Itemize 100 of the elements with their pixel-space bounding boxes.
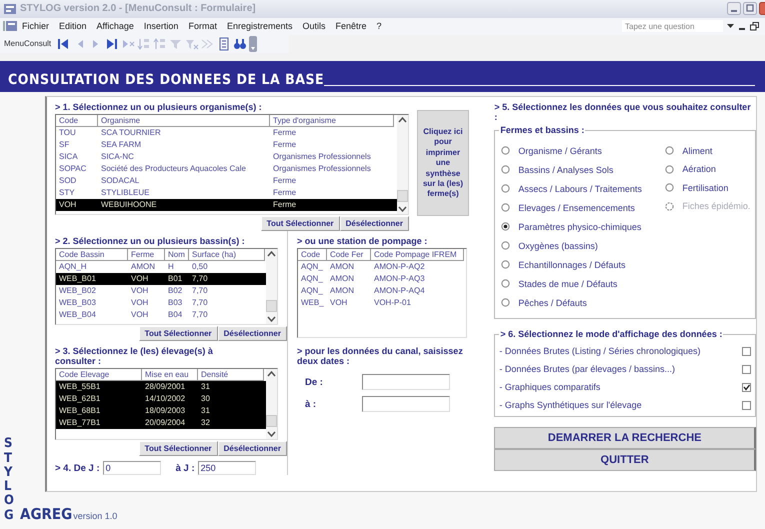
radio-button[interactable] [501,146,510,156]
deselect-button[interactable]: Désélectionner [218,441,287,456]
start-search-button[interactable]: DEMARRER LA RECHERCHE [494,427,756,450]
list-row[interactable]: WEB_55B1 28/09/2001 31 [56,381,266,394]
scrollbar-thumb[interactable] [397,190,408,202]
list-row[interactable]: WEB_68B1 18/09/2003 31 [56,405,266,418]
scrollbar-thumb[interactable] [266,415,277,428]
binoculars-icon[interactable] [233,36,248,51]
list-row[interactable]: WEB_ VOH VOH-P-01 [298,297,466,310]
quit-button[interactable]: QUITTER [494,449,756,472]
list-row[interactable]: WEB_B02 VOH B02 7,70 [56,285,266,298]
deselect-button[interactable]: Désélectionner [218,326,287,342]
scroll-down-icon[interactable] [266,429,277,440]
radio-button[interactable] [665,146,674,156]
list-row[interactable]: AQN_ AMON AMON-P-AQ3 [298,273,466,286]
menu-item[interactable]: Fichier [17,21,54,32]
menu-item[interactable]: Outils [298,21,331,32]
checkbox[interactable] [742,364,751,374]
maximize-icon[interactable] [743,2,757,16]
close-icon[interactable] [759,2,765,16]
radio-button[interactable] [501,165,510,174]
column-header[interactable]: Nom [165,249,189,262]
radio-button[interactable] [665,164,674,174]
option-label[interactable]: Pêches / Défauts [518,298,587,308]
list-row[interactable]: WEB_62B1 14/10/2002 30 [56,393,266,406]
list-row[interactable]: WEB_77B1 20/09/2004 32 [56,417,266,430]
list-box[interactable]: Code Elevage Mise en eau Densité WEB_55B1 28/09/2001 31 WEB_62B1 14/10/2002 30 WEB_68B1 18/09/2003 31 WEB_77B1 20/09/2004 32 [55,368,278,440]
option-label[interactable]: Elevages / Ensemencements [518,202,635,213]
menu-item[interactable]: Insertion [138,21,184,32]
list-box[interactable]: Code Bassin Ferme Nom Surface (ha) AQN_H AMON H 0,50 WEB_B01 VOH B01 7,70 WEB_B02 VOH B02 7,70 WEB_B03 VOH B03 7,70 WEB_B04 VOH B04 7,70 [55,248,278,326]
radio-button[interactable] [501,298,510,308]
checkbox[interactable] [742,382,751,392]
scrollbar-thumb[interactable] [266,300,277,312]
checkbox[interactable] [742,346,751,356]
option-label[interactable]: Fertilisation [682,182,728,193]
menu-item[interactable]: Fenêtre [330,21,372,32]
scrollbar[interactable] [266,249,277,324]
select-all-button[interactable]: Tout Sélectionner [260,216,340,232]
document-icon[interactable] [217,36,232,51]
checkbox[interactable] [742,400,751,410]
radio-button[interactable] [501,222,510,232]
list-row[interactable]: AQN_ AMON AMON-P-AQ4 [298,285,466,298]
scrollbar[interactable] [266,369,277,440]
option-label[interactable]: - Graphs Synthétiques sur l'élevage [499,400,642,410]
list-row[interactable]: WEB_B01 VOH B01 7,70 [56,273,266,286]
column-header[interactable]: Organisme [98,115,270,128]
radio-button[interactable] [501,241,510,250]
option-label[interactable]: Echantillonnages / Défauts [518,260,626,270]
dropdown-arrow-icon[interactable] [727,23,734,30]
option-label[interactable]: Organisme / Gérants [518,146,602,156]
arrow-right-bar-icon[interactable] [105,36,120,51]
help-search-field[interactable]: Tapez une question [622,20,723,32]
print-summary-button[interactable]: Cliquez ici pour imprimer une synthèse sur la (les) ferme(s) [417,110,469,216]
list-row[interactable]: SICA SICA-NC Organismes Professionnels [56,151,397,164]
radio-button[interactable] [501,260,510,270]
option-label[interactable]: Paramètres physico-chimiques [518,222,642,232]
option-label[interactable]: Aération [682,164,716,174]
list-box[interactable]: Code Code Fer Code Pompage IFREM AQN_ AMON AMON-P-AQ2 AQN_ AMON AMON-P-AQ3 AQN_ AMON AMON-P-AQ4 WEB_ VOH VOH-P-01 [297,248,467,338]
deselect-button[interactable]: Désélectionner [340,216,409,232]
option-label[interactable]: Bassins / Analyses Sols [518,164,614,175]
option-label[interactable]: - Données Brutes (Listing / Séries chronologiques) [499,346,700,356]
column-header[interactable]: Code [56,115,98,128]
option-label[interactable]: Oxygènes (bassins) [518,240,598,251]
scroll-down-icon[interactable] [397,204,408,214]
radio-button[interactable] [501,279,510,288]
column-header[interactable]: Code Pompage IFREM [371,249,464,262]
scroll-down-icon[interactable] [266,314,277,324]
menu-item[interactable]: Enregistrements [222,21,298,32]
list-row[interactable]: VOH WEBUIHOONE Ferme [56,199,397,212]
option-label[interactable]: - Graphiques comparatifs [499,382,600,392]
radio-button[interactable] [501,203,510,212]
start-date-field[interactable] [362,374,450,390]
menu-item[interactable]: ? [372,21,387,32]
option-label[interactable]: - Données Brutes (par élevages / bassins...) [499,364,675,374]
radio-button[interactable] [665,183,674,192]
scroll-up-icon[interactable] [397,115,408,126]
menu-item[interactable]: Format [183,21,222,32]
day-to-field[interactable]: 250 [198,461,256,476]
option-label[interactable]: Assecs / Labours / Traitements [518,184,642,194]
option-label[interactable]: Aliment [682,146,712,156]
list-row[interactable]: WEB_B03 VOH B03 7,70 [56,297,266,310]
menu-item[interactable]: Affichage [92,21,139,32]
sort-ascending-icon[interactable] [137,36,152,51]
scroll-up-icon[interactable] [266,369,277,380]
sort-descending-icon[interactable] [153,36,168,51]
select-all-button[interactable]: Tout Sélectionner [138,326,218,342]
column-header[interactable]: Code [298,249,327,262]
list-row[interactable]: SF SEA FARM Ferme [56,139,397,152]
column-header[interactable]: Ferme [128,249,165,262]
day-from-field[interactable]: 0 [102,461,161,476]
column-header[interactable]: Code Bassin [56,249,128,262]
radio-button[interactable] [501,184,510,194]
list-row[interactable]: WEB_B04 VOH B04 7,70 [56,309,266,322]
list-row[interactable]: TOU SCA TOURNIER Ferme [56,127,397,140]
menu-item[interactable]: Edition [54,21,92,32]
select-all-button[interactable]: Tout Sélectionner [138,441,218,456]
list-row[interactable]: SOD SODACAL Ferme [56,175,397,188]
restore-icon[interactable] [750,22,759,31]
list-row[interactable]: AQN_H AMON H 0,50 [56,261,266,274]
scrollbar[interactable] [397,115,408,214]
